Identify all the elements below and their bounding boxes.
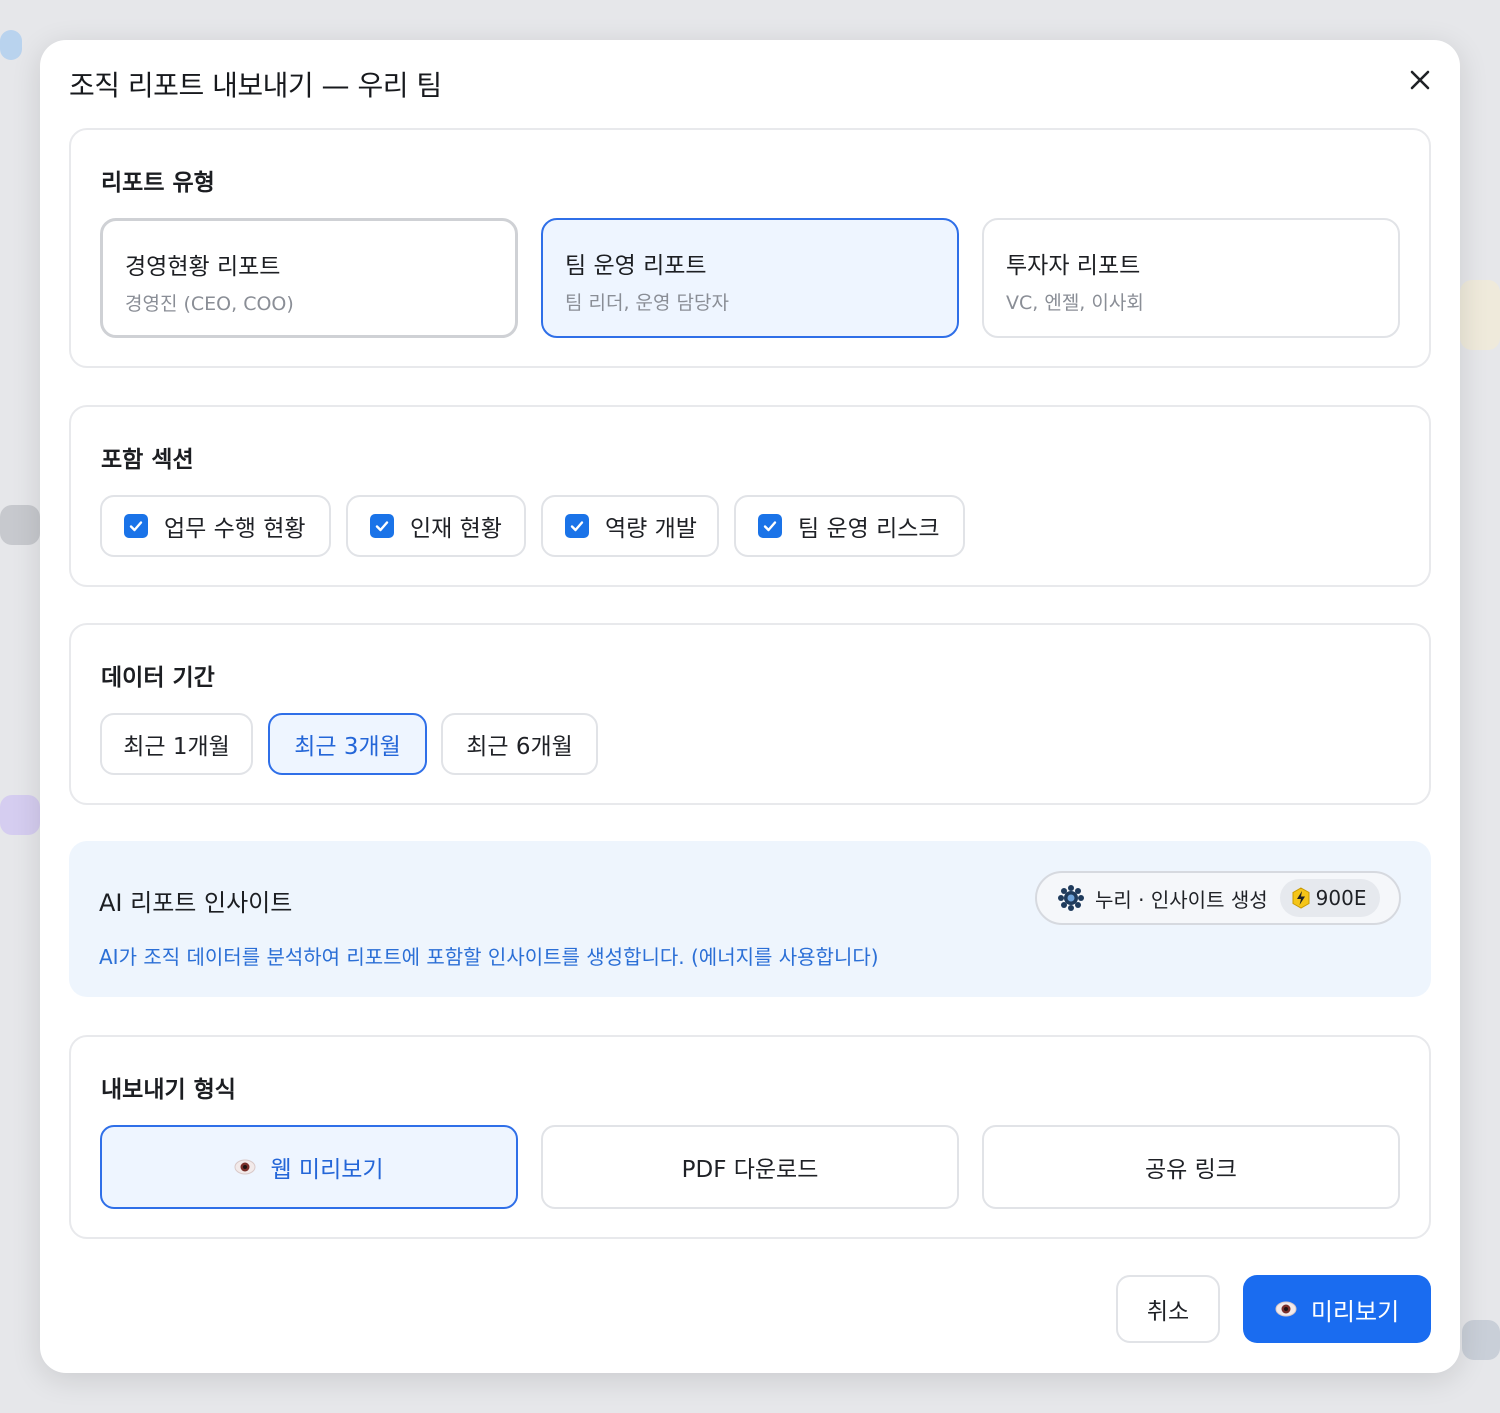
checkbox-checked-icon [758,514,782,538]
modal-title: 조직 리포트 내보내기 — 우리 팀 [69,69,442,102]
period-option-3m[interactable]: 최근 3개월 [268,713,427,775]
generate-insight-button[interactable]: 누리 · 인사이트 생성 900E [1035,871,1401,925]
report-type-option-team[interactable]: 팀 운영 리포트 팀 리더, 운영 담당자 [541,218,959,338]
report-type-option-executive[interactable]: 경영현황 리포트 경영진 (CEO, COO) [100,218,518,338]
export-format-title: 내보내기 형식 [101,1077,236,1103]
sections-title: 포함 섹션 [101,447,194,473]
preview-button-label: 미리보기 [1310,1297,1400,1326]
format-option-pdf[interactable]: PDF 다운로드 [541,1125,959,1209]
section-checkbox-talent[interactable]: 인재 현황 [346,495,526,557]
format-option-label: 웹 미리보기 [270,1157,384,1183]
option-label: 경영현황 리포트 [125,254,281,280]
close-icon [1410,70,1430,90]
period-option-1m[interactable]: 최근 1개월 [100,713,253,775]
section-checkbox-risk[interactable]: 팀 운영 리스크 [734,495,965,557]
period-option-6m[interactable]: 최근 6개월 [441,713,598,775]
background-shape [0,30,22,60]
checkbox-label: 업무 수행 현황 [164,516,306,542]
report-type-option-investor[interactable]: 투자자 리포트 VC, 엔젤, 이사회 [982,218,1400,338]
checkbox-label: 역량 개발 [605,516,697,542]
cancel-button[interactable]: 취소 [1116,1275,1220,1343]
format-option-label: 공유 링크 [1145,1157,1237,1183]
period-card: 데이터 기간 최근 1개월 최근 3개월 최근 6개월 [69,623,1431,805]
format-option-label: PDF 다운로드 [681,1157,819,1183]
sections-card: 포함 섹션 업무 수행 현황 인재 현황 역량 개발 팀 운영 리스크 [69,405,1431,587]
background-shape [1460,280,1500,350]
report-type-title: 리포트 유형 [101,170,215,196]
section-checkbox-capability[interactable]: 역량 개발 [541,495,719,557]
checkbox-checked-icon [124,514,148,538]
export-format-card: 내보내기 형식 웹 미리보기 PDF 다운로드 공유 링크 [69,1035,1431,1239]
checkbox-label: 인재 현황 [410,516,502,542]
checkbox-checked-icon [565,514,589,538]
background-shape [0,505,40,545]
nuri-icon [1058,885,1084,911]
eye-icon [1275,1301,1297,1317]
export-report-modal: 조직 리포트 내보내기 — 우리 팀 리포트 유형 경영현황 리포트 경영진 (… [40,40,1460,1373]
format-option-web-preview[interactable]: 웹 미리보기 [100,1125,518,1209]
format-option-share-link[interactable]: 공유 링크 [982,1125,1400,1209]
energy-cost-badge: 900E [1279,879,1381,917]
generate-insight-label: 누리 · 인사이트 생성 [1095,887,1268,912]
ai-insight-card: AI 리포트 인사이트 AI가 조직 데이터를 분석하여 리포트에 포함할 인사… [69,841,1431,997]
background-shape [1462,1320,1500,1360]
checkbox-label: 팀 운영 리스크 [798,516,940,542]
background-shape [0,795,40,835]
period-title: 데이터 기간 [101,665,215,691]
option-description: 팀 리더, 운영 담당자 [565,292,729,314]
eye-icon [234,1159,256,1175]
checkbox-checked-icon [370,514,394,538]
option-description: 경영진 (CEO, COO) [125,293,294,315]
close-button[interactable] [1402,62,1438,98]
preview-button[interactable]: 미리보기 [1243,1275,1431,1343]
section-checkbox-work[interactable]: 업무 수행 현황 [100,495,331,557]
energy-icon [1292,887,1310,909]
option-description: VC, 엔젤, 이사회 [1006,292,1144,314]
report-type-card: 리포트 유형 경영현황 리포트 경영진 (CEO, COO) 팀 운영 리포트 … [69,128,1431,368]
option-label: 팀 운영 리포트 [565,253,707,279]
ai-insight-description: AI가 조직 데이터를 분석하여 리포트에 포함할 인사이트를 생성합니다. (… [99,945,879,969]
option-label: 투자자 리포트 [1006,253,1141,279]
ai-insight-title: AI 리포트 인사이트 [99,889,293,917]
energy-cost-value: 900E [1315,886,1367,910]
